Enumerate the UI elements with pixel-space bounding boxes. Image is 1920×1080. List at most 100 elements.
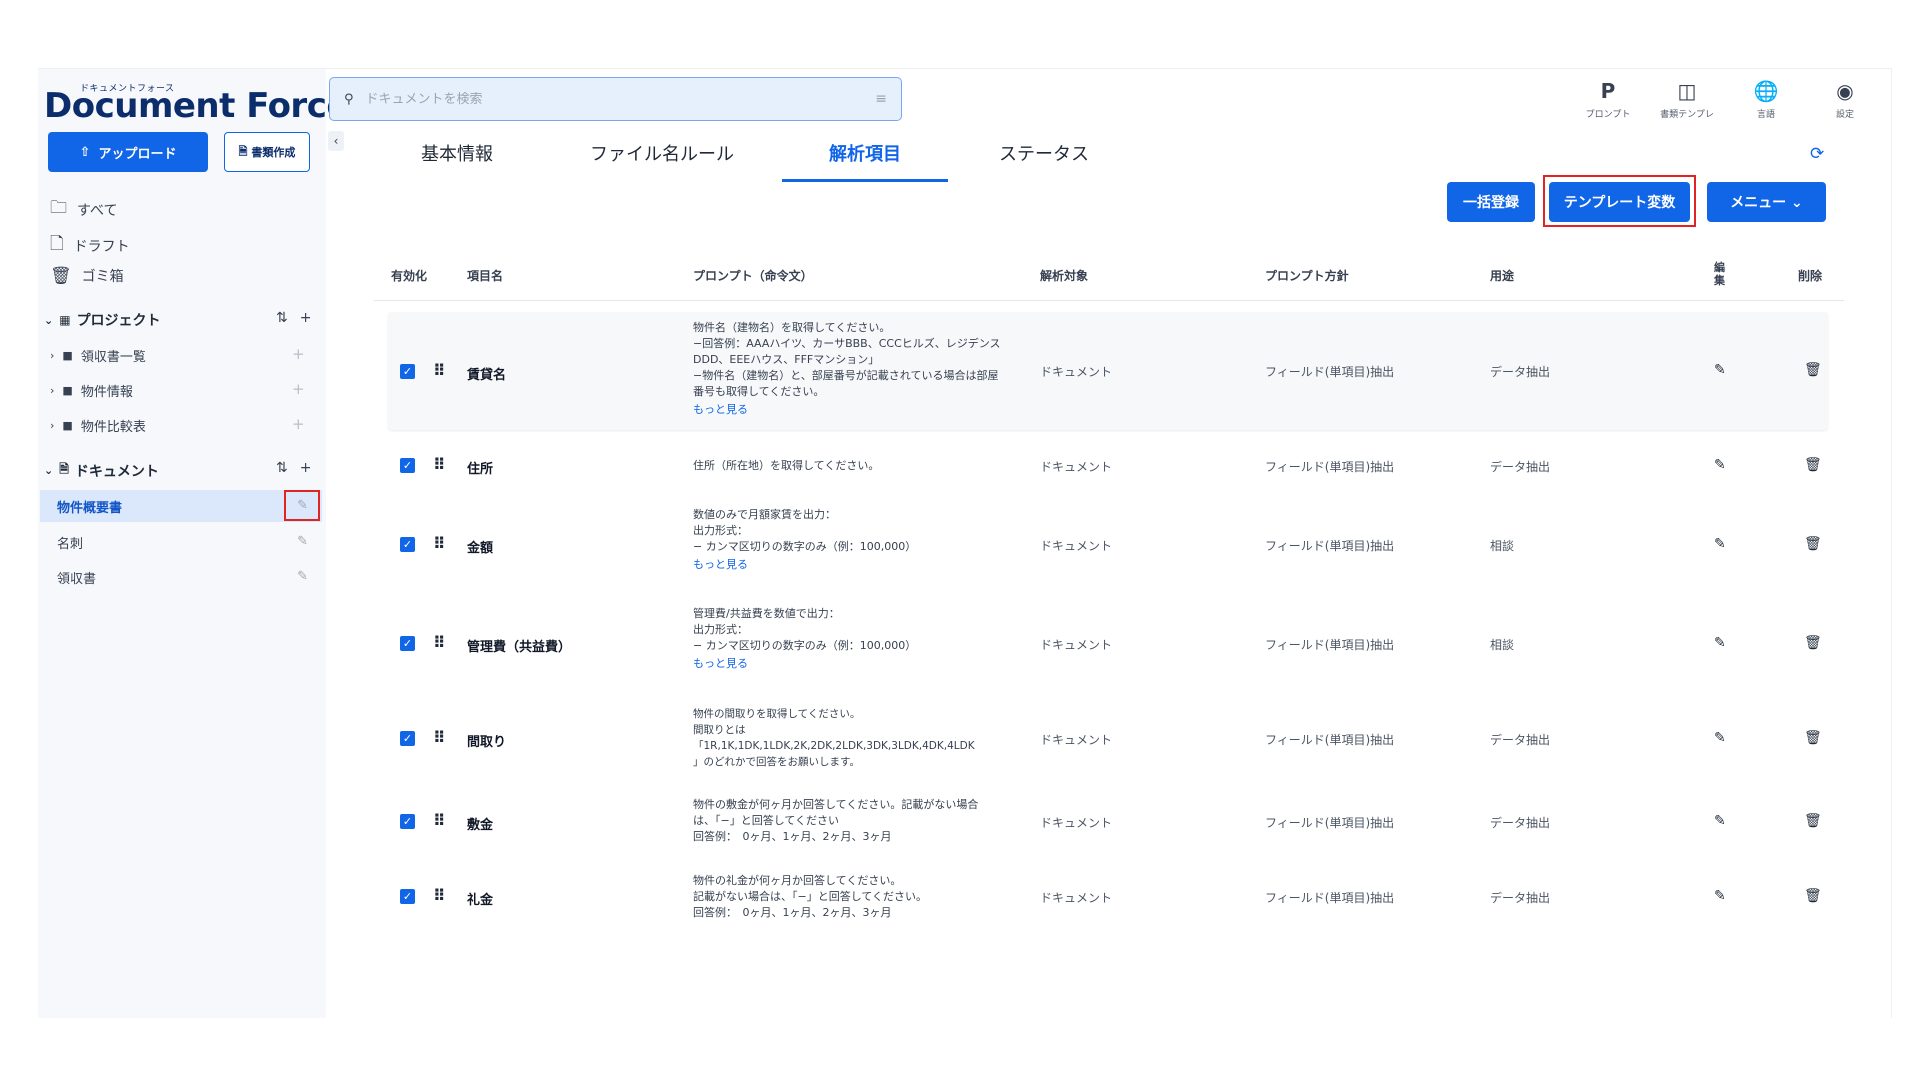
sort-icon[interactable]: ⇅ — [276, 310, 288, 326]
enabled-checkbox[interactable]: ✓ — [400, 537, 415, 552]
nav-all[interactable]: 🗀 すべて — [50, 195, 117, 224]
document-icon: 🗎 — [59, 462, 69, 476]
edit-icon[interactable]: ✎ — [1714, 536, 1726, 552]
delete-icon[interactable]: 🗑 — [1804, 888, 1822, 904]
enabled-checkbox[interactable]: ✓ — [400, 458, 415, 473]
drag-handle-icon[interactable]: ⠿ — [433, 633, 445, 652]
nav-trash[interactable]: 🗑 ゴミ箱 — [50, 266, 124, 286]
target-cell: ドキュメント — [1040, 891, 1113, 905]
target-cell: ドキュメント — [1040, 733, 1113, 747]
nav-draft[interactable]: 🗋 ドラフト — [50, 231, 130, 260]
enabled-checkbox[interactable]: ✓ — [400, 889, 415, 904]
add-document-icon[interactable]: + — [300, 460, 312, 476]
usage-cell: データ抽出 — [1490, 891, 1551, 905]
table-row[interactable]: ✓ ⠿ 管理費（共益費） 管理費/共益費を数値で出力： 出力形式： − カンマ区… — [388, 604, 1828, 684]
delete-icon[interactable]: 🗑 — [1804, 635, 1822, 651]
chevron-right-icon: › — [50, 419, 55, 432]
show-more-link[interactable]: もっと見る — [693, 402, 1023, 418]
delete-icon[interactable]: 🗑 — [1804, 457, 1822, 473]
project-label: 領収書一覧 — [80, 350, 146, 365]
create-document-label: 書類作成 — [251, 146, 296, 159]
projects-section-header[interactable]: ⌄ ▦ プロジェクト — [44, 310, 161, 330]
table-row[interactable]: ✓ ⠿ 礼金 物件の礼金が何ヶ月か回答してください。 記載がない場合は、「−」と… — [388, 871, 1828, 927]
document-item-active[interactable]: 物件概要書 ✎ — [40, 490, 322, 522]
enabled-checkbox[interactable]: ✓ — [400, 364, 415, 379]
delete-icon[interactable]: 🗑 — [1804, 362, 1822, 378]
drag-handle-icon[interactable]: ⠿ — [433, 361, 445, 380]
project-item[interactable]: › ■ 領収書一覧 — [50, 346, 146, 365]
drag-handle-icon[interactable]: ⠿ — [433, 728, 445, 747]
settings-nav[interactable]: ◉ 設定 — [1815, 78, 1875, 120]
table-row[interactable]: ✓ ⠿ 間取り 物件の間取りを取得してください。 間取りとは 「1R,1K,1D… — [388, 704, 1828, 774]
documents-title: ドキュメント — [74, 463, 159, 480]
add-icon[interactable]: + — [292, 345, 305, 363]
create-document-button[interactable]: 🗎 書類作成 — [224, 132, 310, 172]
grid-icon: ▦ — [59, 313, 71, 327]
edit-icon[interactable]: ✎ — [1714, 813, 1726, 829]
policy-cell: フィールド(単項目)抽出 — [1265, 638, 1395, 652]
table-row[interactable]: ✓ ⠿ 敷金 物件の敷金が何ヶ月か回答してください。記載がない場合 は、「−」と… — [388, 795, 1828, 851]
template-nav[interactable]: ◫ 書類テンプレ — [1657, 78, 1717, 120]
delete-icon[interactable]: 🗑 — [1804, 536, 1822, 552]
edit-icon[interactable]: ✎ — [1714, 730, 1726, 746]
bulk-register-button[interactable]: 一括登録 — [1447, 182, 1535, 222]
header-delete: 削除 — [1798, 269, 1823, 283]
drag-handle-icon[interactable]: ⠿ — [433, 886, 445, 905]
policy-cell: フィールド(単項目)抽出 — [1265, 460, 1395, 474]
pencil-icon[interactable]: ✎ — [297, 569, 308, 584]
document-item[interactable]: 領収書 ✎ — [40, 561, 322, 593]
table-row[interactable]: ✓ ⠿ 賃貸名 物件名（建物名）を取得してください。 −回答例：AAAハイツ、カ… — [388, 312, 1828, 430]
collapse-sidebar-button[interactable]: ‹ — [328, 131, 344, 151]
sort-icon[interactable]: ⇅ — [276, 460, 288, 476]
enabled-checkbox[interactable]: ✓ — [400, 731, 415, 746]
logo[interactable]: Document Force — [44, 86, 349, 126]
menu-button[interactable]: メニュー ⌄ — [1707, 182, 1826, 222]
refresh-icon[interactable]: ⟳ — [1810, 144, 1824, 164]
project-item[interactable]: › ■ 物件比較表 — [50, 416, 146, 435]
search-icon: ⚲ — [344, 91, 354, 107]
add-icon[interactable]: + — [292, 415, 305, 433]
delete-icon[interactable]: 🗑 — [1804, 813, 1822, 829]
language-nav[interactable]: 🌐 言語 — [1736, 78, 1796, 120]
documents-section-header[interactable]: ⌄ 🗎 ドキュメント — [44, 460, 159, 481]
highlight-box — [1543, 175, 1696, 227]
document-item[interactable]: 名刺 ✎ — [40, 526, 322, 558]
target-cell: ドキュメント — [1040, 539, 1113, 553]
template-icon: ◫ — [1677, 79, 1697, 103]
add-icon[interactable]: + — [292, 380, 305, 398]
tab-status[interactable]: ステータス — [999, 140, 1089, 166]
edit-icon[interactable]: ✎ — [1714, 457, 1726, 473]
top-icon-label: プロンプト — [1585, 110, 1631, 120]
header-usage: 用途 — [1490, 269, 1515, 283]
search-input[interactable] — [365, 91, 864, 107]
usage-cell: データ抽出 — [1490, 816, 1551, 830]
edit-icon[interactable]: ✎ — [1714, 362, 1726, 378]
tab-basic-info[interactable]: 基本情報 — [421, 140, 493, 166]
show-more-link[interactable]: もっと見る — [693, 656, 1023, 672]
upload-button[interactable]: ⇧ アップロード — [48, 132, 208, 172]
document-label: 領収書 — [57, 571, 97, 587]
enabled-checkbox[interactable]: ✓ — [400, 814, 415, 829]
drag-handle-icon[interactable]: ⠿ — [433, 811, 445, 830]
tab-filename-rules[interactable]: ファイル名ルール — [590, 140, 734, 166]
enabled-checkbox[interactable]: ✓ — [400, 636, 415, 651]
project-item[interactable]: › ■ 物件情報 — [50, 381, 133, 400]
prompt-nav[interactable]: P プロンプト — [1578, 78, 1638, 120]
table-row[interactable]: ✓ ⠿ 金額 数値のみで月額家賃を出力： 出力形式： − カンマ区切りの数字のみ… — [388, 505, 1828, 585]
drag-handle-icon[interactable]: ⠿ — [433, 455, 445, 474]
drag-handle-icon[interactable]: ⠿ — [433, 534, 445, 553]
pencil-icon[interactable]: ✎ — [297, 534, 308, 549]
add-project-icon[interactable]: + — [300, 310, 312, 326]
tab-analysis-items[interactable]: 解析項目 — [829, 140, 901, 166]
edit-icon[interactable]: ✎ — [1714, 635, 1726, 651]
folder-icon: ■ — [62, 419, 73, 432]
table-row[interactable]: ✓ ⠿ 住所 住所（所在地）を取得してください。 ドキュメント フィールド(単項… — [388, 445, 1828, 485]
delete-icon[interactable]: 🗑 — [1804, 730, 1822, 746]
folder-icon: 🗀 — [50, 198, 67, 218]
upload-icon: ⇧ — [79, 144, 91, 160]
edit-icon[interactable]: ✎ — [1714, 888, 1726, 904]
user-settings-icon: ◉ — [1836, 79, 1854, 103]
search-bar[interactable]: ⚲ ≡ — [329, 77, 902, 121]
show-more-link[interactable]: もっと見る — [693, 557, 1023, 573]
filter-icon[interactable]: ≡ — [875, 91, 887, 107]
